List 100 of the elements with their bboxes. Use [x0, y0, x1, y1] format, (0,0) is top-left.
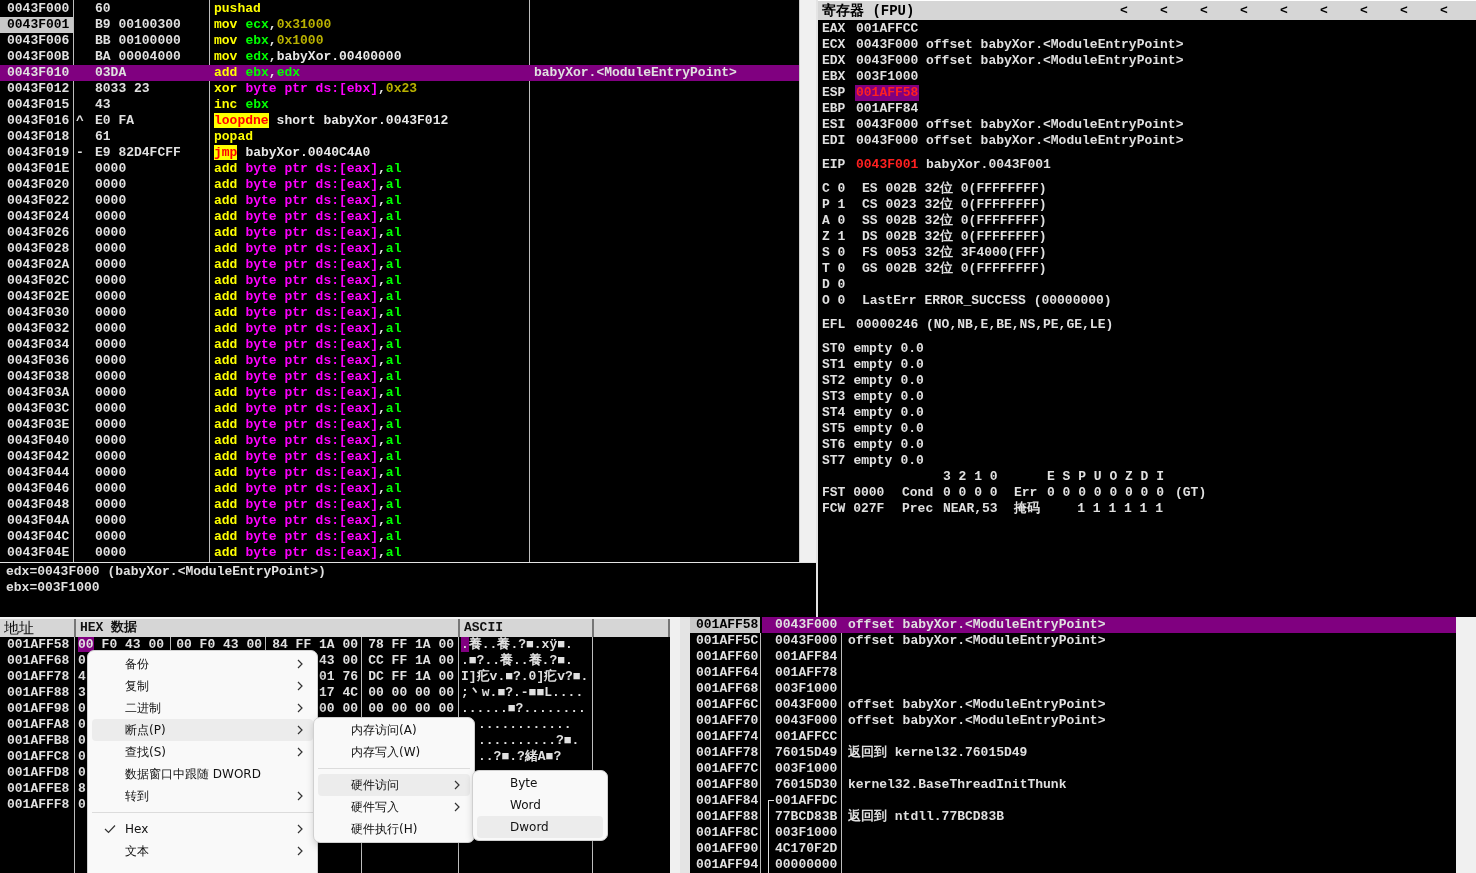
stack-row[interactable]: 001AFF88 77BCD83B 返回到 ntdll.77BCD83B [690, 809, 1456, 825]
disassembly-row[interactable]: 0043F040 0000 add byte ptr ds:[eax],al [0, 433, 799, 449]
disassembly-row[interactable]: 0043F02A 0000 add byte ptr ds:[eax],al [0, 257, 799, 273]
hex-bytes: 01 76 [319, 669, 358, 684]
menu-item[interactable]: 转到 [92, 785, 313, 807]
stack-row[interactable]: 001AFF58 0043F000 offset babyXor.<ModuleEntryPoint> [690, 617, 1456, 633]
disassembly-row[interactable]: 0043F024 0000 add byte ptr ds:[eax],al [0, 209, 799, 225]
disassembly-row[interactable]: 0043F04C 0000 add byte ptr ds:[eax],al [0, 529, 799, 545]
disassembly-row[interactable]: 0043F04A 0000 add byte ptr ds:[eax],al [0, 513, 799, 529]
disassembly-row[interactable]: 0043F048 0000 add byte ptr ds:[eax],al [0, 497, 799, 513]
disassembly-row[interactable]: 0043F026 0000 add byte ptr ds:[eax],al [0, 225, 799, 241]
disassembly-row[interactable]: 0043F000 60 pushad [0, 1, 799, 17]
disassembly-row[interactable]: 0043F044 0000 add byte ptr ds:[eax],al [0, 465, 799, 481]
disassembly-row[interactable]: 0043F019 - E9 82D4FCFF jmp babyXor.0040C4A0 [0, 145, 799, 161]
menu-item[interactable]: 数据窗口中跟随 DWORD [92, 763, 313, 785]
register-value[interactable]: 00000246 [855, 317, 920, 333]
menu-item[interactable]: 内存访问(A) [318, 719, 470, 741]
menu-item[interactable]: 硬件执行(H) [318, 818, 470, 840]
register-value[interactable]: 0043F000 [855, 53, 920, 69]
stack-row[interactable]: 001AFF60 001AFF84 [690, 649, 1456, 665]
stack-row[interactable]: 001AFF94 00000000 [690, 857, 1456, 873]
register-value[interactable]: 001AFFCC [855, 21, 920, 37]
menu-item[interactable]: 硬件写入 [318, 796, 470, 818]
menu-item[interactable]: 复制 [92, 675, 313, 697]
stack-row[interactable]: 001AFF6C 0043F000 offset babyXor.<ModuleEntryPoint> [690, 697, 1456, 713]
arrow-button[interactable]: < [1120, 3, 1128, 18]
hex-bytes: 0 [78, 701, 86, 716]
disassembly-row[interactable]: 0043F03C 0000 add byte ptr ds:[eax],al [0, 401, 799, 417]
stack-row[interactable]: 001AFF80 76015D30 kernel32.BaseThreadInitThunk [690, 777, 1456, 793]
arrow-button[interactable]: < [1400, 3, 1408, 18]
disassembly-row[interactable]: 0043F016 ^ E0 FA loopdne short babyXor.0043F012 [0, 113, 799, 129]
menu-item[interactable]: Word [477, 794, 603, 816]
fpu-status-text: 0 0 0 0 0 0 0 0 [1047, 485, 1163, 501]
disassembly-row[interactable]: 0043F034 0000 add byte ptr ds:[eax],al [0, 337, 799, 353]
scrollbar[interactable] [1456, 617, 1476, 873]
disassembly-row[interactable]: 0043F028 0000 add byte ptr ds:[eax],al [0, 241, 799, 257]
stack-row[interactable]: 001AFF7C 003F1000 [690, 761, 1456, 777]
disassembly-row[interactable]: 0043F032 0000 add byte ptr ds:[eax],al [0, 321, 799, 337]
register-value[interactable]: 0043F000 [855, 37, 920, 53]
address-cell-text: 001AFFB8 [6, 733, 71, 749]
disassembly-row[interactable]: 0043F020 0000 add byte ptr ds:[eax],al [0, 177, 799, 193]
menu-item[interactable]: 二进制 [92, 697, 313, 719]
disassembly-row[interactable]: 0043F012 8033 23 xor byte ptr ds:[ebx],0x23 [0, 81, 799, 97]
disassembly-row[interactable]: 0043F03E 0000 add byte ptr ds:[eax],al [0, 417, 799, 433]
register-value[interactable]: 0043F000 [855, 117, 920, 133]
disassembly-row[interactable]: 0043F042 0000 add byte ptr ds:[eax],al [0, 449, 799, 465]
disassembly-row[interactable]: 0043F036 0000 add byte ptr ds:[eax],al [0, 353, 799, 369]
menu-item[interactable]: 备份 [92, 653, 313, 675]
arrow-button[interactable]: < [1280, 3, 1288, 18]
register-comment: babyXor.0043F001 [926, 157, 1052, 173]
menu-item[interactable]: 文本 [92, 840, 313, 862]
register-value[interactable]: 001AFF84 [855, 101, 920, 117]
disassembly-row[interactable]: 0043F02C 0000 add byte ptr ds:[eax],al [0, 273, 799, 289]
register-value[interactable]: 0043F000 [855, 133, 920, 149]
stack-row[interactable]: 001AFF5C 0043F000 offset babyXor.<ModuleEntryPoint> [690, 633, 1456, 649]
menu-item[interactable]: Hex [92, 818, 313, 840]
stack-row[interactable]: 001AFF8C 003F1000 [690, 825, 1456, 841]
address-cell-text: 0043F030 [6, 305, 71, 321]
arrow-button[interactable]: < [1200, 3, 1208, 18]
menu-item[interactable]: 硬件访问 [318, 774, 470, 796]
disassembly-row[interactable]: 0043F038 0000 add byte ptr ds:[eax],al [0, 369, 799, 385]
stack-row[interactable]: 001AFF74 001AFFCC [690, 729, 1456, 745]
menu-item[interactable]: Dword [477, 816, 603, 838]
hex-bytes: 0 [78, 717, 86, 732]
arrow-button[interactable]: < [1240, 3, 1248, 18]
arrow-button[interactable]: < [1160, 3, 1168, 18]
disassembly-row[interactable]: 0043F03A 0000 add byte ptr ds:[eax],al [0, 385, 799, 401]
disassembly-row[interactable]: 0043F001 B9 00100300 mov ecx,0x31000 [0, 17, 799, 33]
disassembly-row[interactable]: 0043F018 61 popad [0, 129, 799, 145]
arrow-button[interactable]: < [1320, 3, 1328, 18]
disassembly-row[interactable]: 0043F030 0000 add byte ptr ds:[eax],al [0, 305, 799, 321]
arrow-button[interactable]: < [1440, 3, 1448, 18]
stack-row[interactable]: 001AFF78 76015D49 返回到 kernel32.76015D49 [690, 745, 1456, 761]
menu-item[interactable]: 断点(P) [92, 719, 313, 741]
disassembly-row[interactable]: 0043F01E 0000 add byte ptr ds:[eax],al [0, 161, 799, 177]
register-value[interactable]: 003F1000 [855, 69, 920, 85]
disassembly-row[interactable]: 0043F006 BB 00100000 mov ebx,0x1000 [0, 33, 799, 49]
disassembly-row[interactable]: 0043F015 43 inc ebx [0, 97, 799, 113]
stack-row[interactable]: 001AFF70 0043F000 offset babyXor.<ModuleEntryPoint> [690, 713, 1456, 729]
disassembly-row[interactable]: 0043F02E 0000 add byte ptr ds:[eax],al [0, 289, 799, 305]
stack-row[interactable]: 001AFF68 003F1000 [690, 681, 1456, 697]
scrollbar[interactable] [670, 619, 680, 873]
stack-row[interactable]: 001AFF90 4C170F2D [690, 841, 1456, 857]
cursor-byte[interactable]: 00 [78, 637, 94, 652]
menu-item[interactable]: 查找(S) [92, 741, 313, 763]
stack-row[interactable]: 001AFF84 001AFFDC [690, 793, 1456, 809]
scrollbar[interactable] [799, 0, 816, 562]
disassembly-row[interactable]: 0043F010 03DA add ebx,edx babyXor.<ModuleEntryPoint> [0, 65, 799, 81]
chevron-right-icon [454, 802, 460, 812]
register-value[interactable]: 0043F001 [855, 157, 920, 173]
arrow-button[interactable]: < [1360, 3, 1368, 18]
menu-item[interactable]: Byte [477, 772, 603, 794]
cursor-char[interactable]: . [461, 637, 469, 652]
menu-item[interactable]: 内存写入(W) [318, 741, 470, 763]
opcode-bytes: 0000 [94, 225, 128, 241]
disassembly-row[interactable]: 0043F04E 0000 add byte ptr ds:[eax],al [0, 545, 799, 561]
stack-row[interactable]: 001AFF64 001AFF78 [690, 665, 1456, 681]
disassembly-row[interactable]: 0043F046 0000 add byte ptr ds:[eax],al [0, 481, 799, 497]
disassembly-row[interactable]: 0043F00B BA 00004000 mov edx,babyXor.00400000 [0, 49, 799, 65]
disassembly-row[interactable]: 0043F022 0000 add byte ptr ds:[eax],al [0, 193, 799, 209]
